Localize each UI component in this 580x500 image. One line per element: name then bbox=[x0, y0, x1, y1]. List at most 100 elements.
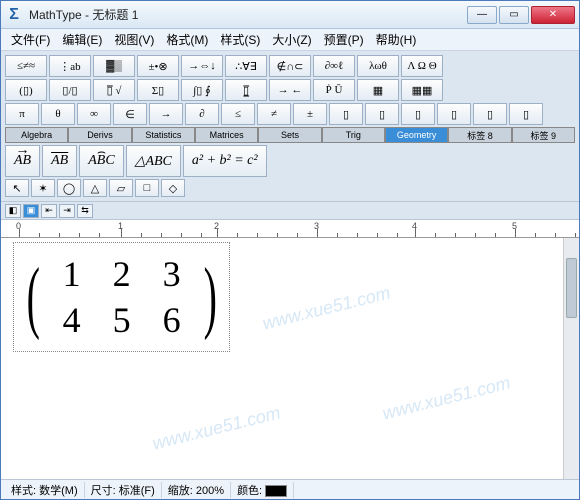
formula-pythagorean[interactable]: a² + b² = c² bbox=[183, 145, 267, 177]
sym-slot-5[interactable]: ▯ bbox=[473, 103, 507, 125]
template-integrals[interactable]: ∫▯ ∮ bbox=[181, 79, 223, 101]
template-accents[interactable]: Ṗ Ū bbox=[313, 79, 355, 101]
formula-arc-abc[interactable]: ⌢ABC bbox=[79, 145, 123, 177]
palette-arrows[interactable]: →⇔↓ bbox=[181, 55, 223, 77]
menu-size[interactable]: 大小(Z) bbox=[266, 29, 317, 50]
palette-greek-lower[interactable]: λωθ bbox=[357, 55, 399, 77]
close-button[interactable]: ✕ bbox=[531, 6, 575, 24]
palette-misc[interactable]: ∂∞ℓ bbox=[313, 55, 355, 77]
template-boxes[interactable]: ▦▦ bbox=[401, 79, 443, 101]
left-paren-icon: ( bbox=[27, 257, 40, 337]
tab-geometry[interactable]: Geometry bbox=[385, 127, 448, 143]
sym-slot-2[interactable]: ▯ bbox=[365, 103, 399, 125]
template-matrix[interactable]: ▦ bbox=[357, 79, 399, 101]
palette-embellish[interactable]: ▓▒ bbox=[93, 55, 135, 77]
sym-slot-6[interactable]: ▯ bbox=[509, 103, 543, 125]
sym-slot-4[interactable]: ▯ bbox=[437, 103, 471, 125]
align-tab3-icon[interactable]: ⇆ bbox=[77, 204, 93, 218]
template-arrows[interactable]: → ← bbox=[269, 79, 311, 101]
sym-infinity[interactable]: ∞ bbox=[77, 103, 111, 125]
tab-algebra[interactable]: Algebra bbox=[5, 127, 68, 143]
tab-matrices[interactable]: Matrices bbox=[195, 127, 258, 143]
sym-theta[interactable]: θ bbox=[41, 103, 75, 125]
vertical-scrollbar[interactable] bbox=[563, 238, 579, 479]
watermark: www.xue51.com bbox=[380, 372, 512, 424]
palette-logical[interactable]: ∴∀∃ bbox=[225, 55, 267, 77]
palette-operators[interactable]: ±•⊗ bbox=[137, 55, 179, 77]
color-swatch-icon[interactable] bbox=[265, 485, 287, 497]
sym-pm[interactable]: ± bbox=[293, 103, 327, 125]
tab-sets[interactable]: Sets bbox=[258, 127, 321, 143]
tab-derivs[interactable]: Derivs bbox=[68, 127, 131, 143]
formula-ray-ab[interactable]: →AB bbox=[5, 145, 40, 177]
cell-1-0[interactable]: 4 bbox=[63, 299, 81, 341]
status-zoom[interactable]: 缩放: 200% bbox=[162, 482, 231, 498]
cell-0-2[interactable]: 3 bbox=[163, 253, 181, 295]
matrix-cells: 1 2 3 4 5 6 bbox=[47, 251, 197, 343]
tab-9[interactable]: 标签 9 bbox=[512, 127, 575, 143]
status-size[interactable]: 尺寸: 标准(F) bbox=[85, 482, 162, 498]
cell-1-1[interactable]: 5 bbox=[113, 299, 131, 341]
cell-0-1[interactable]: 2 bbox=[113, 253, 131, 295]
shape-angle-icon[interactable]: ↖ bbox=[5, 179, 29, 197]
template-fractions[interactable]: ▯/▯ bbox=[49, 79, 91, 101]
watermark: www.xue51.com bbox=[260, 282, 392, 334]
app-icon: Σ bbox=[5, 6, 23, 24]
scrollbar-thumb[interactable] bbox=[566, 258, 577, 318]
menu-style[interactable]: 样式(S) bbox=[214, 29, 266, 50]
menu-file[interactable]: 文件(F) bbox=[5, 29, 56, 50]
sym-ne[interactable]: ≠ bbox=[257, 103, 291, 125]
status-style[interactable]: 样式: 数学(M) bbox=[5, 482, 85, 498]
formula-triangle-abc[interactable]: △ABC bbox=[126, 145, 181, 177]
status-color[interactable]: 颜色: bbox=[231, 482, 294, 498]
toolbar-row-1: ≤≠≈ ⋮ab ▓▒ ±•⊗ →⇔↓ ∴∀∃ ∉∩⊂ ∂∞ℓ λωθ Λ Ω Θ bbox=[5, 55, 575, 77]
sym-element[interactable]: ∈ bbox=[113, 103, 147, 125]
category-tabbar: Algebra Derivs Statistics Matrices Sets … bbox=[5, 127, 575, 143]
template-bars[interactable]: ▯̲̅ bbox=[225, 79, 267, 101]
template-fences[interactable]: (▯) bbox=[5, 79, 47, 101]
sym-partial[interactable]: ∂ bbox=[185, 103, 219, 125]
palette-set[interactable]: ∉∩⊂ bbox=[269, 55, 311, 77]
shape-star-icon[interactable]: ✶ bbox=[31, 179, 55, 197]
align-center-icon[interactable]: ▣ bbox=[23, 204, 39, 218]
sym-pi[interactable]: π bbox=[5, 103, 39, 125]
tab-trig[interactable]: Trig bbox=[322, 127, 385, 143]
palette-greek-upper[interactable]: Λ Ω Θ bbox=[401, 55, 443, 77]
minimize-button[interactable]: — bbox=[467, 6, 497, 24]
sym-slot-1[interactable]: ▯ bbox=[329, 103, 363, 125]
shape-circle-icon[interactable]: ◯ bbox=[57, 179, 81, 197]
shape-square-icon[interactable]: □ bbox=[135, 179, 159, 197]
menu-edit[interactable]: 编辑(E) bbox=[56, 29, 108, 50]
shape-parallelogram-icon[interactable]: ▱ bbox=[109, 179, 133, 197]
tab-8[interactable]: 标签 8 bbox=[448, 127, 511, 143]
equation-selection[interactable]: ( 1 2 3 4 5 6 ) bbox=[13, 242, 230, 352]
toolbar-panel: ≤≠≈ ⋮ab ▓▒ ±•⊗ →⇔↓ ∴∀∃ ∉∩⊂ ∂∞ℓ λωθ Λ Ω Θ… bbox=[1, 51, 579, 202]
align-tab1-icon[interactable]: ⇤ bbox=[41, 204, 57, 218]
align-left-icon[interactable]: ◧ bbox=[5, 204, 21, 218]
menubar: 文件(F) 编辑(E) 视图(V) 格式(M) 样式(S) 大小(Z) 预置(P… bbox=[1, 29, 579, 51]
menu-view[interactable]: 视图(V) bbox=[108, 29, 160, 50]
maximize-button[interactable]: ▭ bbox=[499, 6, 529, 24]
watermark: www.xue51.com bbox=[150, 402, 282, 454]
template-radicals[interactable]: ▯̅ √ bbox=[93, 79, 135, 101]
palette-relations[interactable]: ≤≠≈ bbox=[5, 55, 47, 77]
editor-canvas[interactable]: ( 1 2 3 4 5 6 ) www.xue51.com www.xue51.… bbox=[1, 238, 579, 479]
sym-le[interactable]: ≤ bbox=[221, 103, 255, 125]
ruler[interactable]: 012345 bbox=[1, 220, 579, 238]
menu-preset[interactable]: 预置(P) bbox=[318, 29, 370, 50]
shape-row: ↖ ✶ ◯ △ ▱ □ ◇ bbox=[5, 179, 575, 197]
shape-diamond-icon[interactable]: ◇ bbox=[161, 179, 185, 197]
sym-arrow[interactable]: → bbox=[149, 103, 183, 125]
cell-0-0[interactable]: 1 bbox=[63, 253, 81, 295]
cell-1-2[interactable]: 6 bbox=[163, 299, 181, 341]
menu-format[interactable]: 格式(M) bbox=[160, 29, 214, 50]
toolbar-row-2: (▯) ▯/▯ ▯̅ √ Σ▯ ∫▯ ∮ ▯̲̅ → ← Ṗ Ū ▦ ▦▦ bbox=[5, 79, 575, 101]
menu-help[interactable]: 帮助(H) bbox=[370, 29, 423, 50]
shape-triangle-icon[interactable]: △ bbox=[83, 179, 107, 197]
template-sums[interactable]: Σ▯ bbox=[137, 79, 179, 101]
tab-statistics[interactable]: Statistics bbox=[132, 127, 195, 143]
sym-slot-3[interactable]: ▯ bbox=[401, 103, 435, 125]
align-tab2-icon[interactable]: ⇥ bbox=[59, 204, 75, 218]
formula-segment-ab[interactable]: AB bbox=[42, 145, 77, 177]
palette-spaces[interactable]: ⋮ab bbox=[49, 55, 91, 77]
